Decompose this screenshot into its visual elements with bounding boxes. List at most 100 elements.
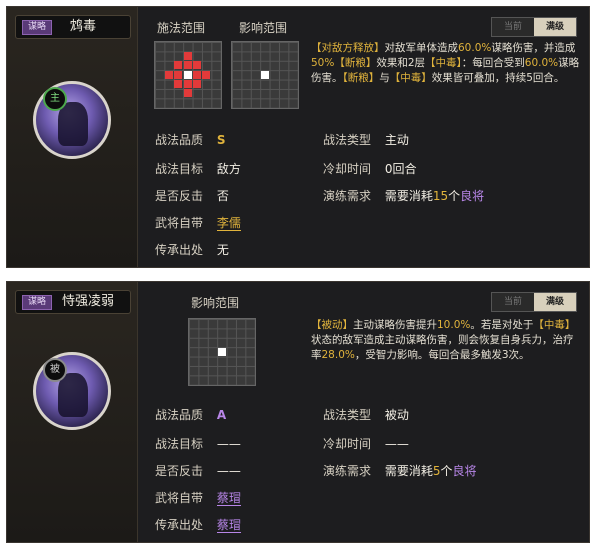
desc-number: 10.0%: [437, 319, 471, 331]
training-unit: 个: [440, 464, 453, 478]
skill-name: 鸩毒: [70, 19, 97, 34]
cast-range-grid: [154, 41, 222, 109]
desc-number: 50%: [311, 57, 335, 69]
active-badge-icon: 主: [43, 87, 67, 111]
range-cell: [202, 71, 210, 79]
desc-text: 对敌军单体造成: [384, 42, 459, 54]
inherit-label: 传承出处: [155, 243, 204, 257]
skill-panel-shiqianglingruo: 谋略 恃强凌弱 被 影响范围 当前 满级 【被动】主动谋略伤害提升10.0%。若…: [6, 281, 590, 543]
skill-type-tag: 谋略: [22, 20, 53, 35]
cooldown-value: ——: [384, 437, 409, 451]
training-unit: 个: [448, 189, 461, 203]
skill-type-tag: 谋略: [22, 295, 53, 310]
owner-row: 武将自带 李儒: [155, 214, 241, 231]
cooldown-row: 冷却时间 0回合: [323, 160, 416, 177]
center-cell: [184, 71, 192, 79]
desc-text: 谋略伤害，并造成: [491, 42, 576, 54]
desc-text: 效果皆可叠加，持续5回合。: [431, 72, 565, 84]
training-label: 演练需求: [323, 464, 372, 478]
effect-range-heading: 影响范围: [191, 296, 240, 310]
desc-text: 。若是对处于: [470, 319, 534, 331]
desc-text: 与: [379, 72, 390, 84]
skill-name: 恃强凌弱: [62, 294, 115, 309]
target-label: 战法目标: [155, 437, 204, 451]
toggle-current-button[interactable]: 当前: [492, 293, 534, 311]
inherit-row: 传承出处 无: [155, 241, 229, 258]
range-cell: [184, 89, 192, 97]
counter-row: 是否反击 否: [155, 187, 229, 204]
skill-sidebar: 谋略 恃强凌弱 被: [7, 282, 138, 542]
effect-range-heading: 影响范围: [239, 21, 288, 35]
training-text: 需要消耗: [384, 464, 433, 478]
counter-value: 否: [216, 189, 229, 203]
center-cell: [218, 348, 226, 356]
desc-keyword: 【断粮】: [342, 72, 380, 84]
skill-name-bar: 谋略 恃强凌弱: [15, 290, 131, 314]
range-cell: [193, 80, 201, 88]
inherit-link[interactable]: 蔡瑁: [216, 518, 241, 533]
range-cell: [193, 61, 201, 69]
level-toggle[interactable]: 当前 满级: [491, 17, 577, 37]
cooldown-row: 冷却时间 ——: [323, 435, 409, 452]
range-cell: [174, 80, 182, 88]
quality-value: A: [216, 408, 227, 422]
desc-number: 60.0%: [458, 42, 492, 54]
skill-panel-zhendu: 谋略 鸩毒 主 施法范围 影响范围 当前 满级 【对敌方释放】对敌军单体造成60…: [6, 6, 590, 268]
counter-label: 是否反击: [155, 189, 204, 203]
desc-keyword: 【对敌方释放】: [311, 42, 385, 54]
training-text: 需要消耗: [384, 189, 433, 203]
target-row: 战法目标 敌方: [155, 160, 241, 177]
general-figure-icon: [58, 373, 88, 417]
range-cell: [184, 61, 192, 69]
desc-number: 60.0%: [524, 57, 559, 69]
desc-text: 效果和2层: [376, 57, 426, 69]
owner-link[interactable]: 李儒: [216, 216, 241, 231]
desc-keyword: 【被动】: [311, 319, 353, 331]
inherit-label: 传承出处: [155, 518, 204, 532]
type-value: 被动: [384, 408, 409, 422]
toggle-max-button[interactable]: 满级: [534, 293, 576, 311]
range-cell: [193, 71, 201, 79]
target-value: ——: [216, 437, 241, 451]
desc-keyword: 【中毒】: [533, 319, 576, 331]
cooldown-label: 冷却时间: [323, 162, 372, 176]
skill-description: 【对敌方释放】对敌军单体造成60.0%谋略伤害，并造成50%【断粮】效果和2层【…: [311, 41, 581, 86]
skill-name-bar: 谋略 鸩毒: [15, 15, 131, 39]
counter-label: 是否反击: [155, 464, 204, 478]
cooldown-value: 0回合: [384, 162, 417, 176]
effect-range-grid: [231, 41, 299, 109]
cast-range-heading: 施法范围: [157, 21, 206, 35]
toggle-max-button[interactable]: 满级: [534, 18, 576, 36]
type-row: 战法类型 被动: [323, 406, 409, 423]
toggle-current-button[interactable]: 当前: [492, 18, 534, 36]
cooldown-label: 冷却时间: [323, 437, 372, 451]
counter-value: ——: [216, 464, 241, 478]
range-cell: [184, 80, 192, 88]
general-figure-icon: [58, 102, 88, 146]
skill-description: 【被动】主动谋略伤害提升10.0%。若是对处于【中毒】状态的敌军造成主动谋略伤害…: [311, 318, 581, 363]
owner-row: 武将自带 蔡瑁: [155, 489, 241, 506]
desc-keyword: 【中毒】: [389, 72, 432, 84]
target-label: 战法目标: [155, 162, 204, 176]
counter-row: 是否反击 ——: [155, 462, 241, 479]
desc-keyword: 【中毒】: [425, 57, 462, 69]
target-row: 战法目标 ——: [155, 435, 241, 452]
quality-row: 战法品质 A: [155, 406, 226, 423]
training-count: 5: [432, 464, 441, 478]
training-rarity: 良将: [452, 464, 477, 478]
type-value: 主动: [384, 133, 409, 147]
owner-label: 武将自带: [155, 216, 204, 230]
inherit-row: 传承出处 蔡瑁: [155, 516, 241, 533]
desc-text: ，受智力影响。每回合最多触发3次。: [354, 349, 530, 361]
owner-label: 武将自带: [155, 491, 204, 505]
target-value: 敌方: [216, 162, 241, 176]
range-cell: [174, 61, 182, 69]
desc-keyword: 【断粮】: [334, 57, 377, 69]
level-toggle[interactable]: 当前 满级: [491, 292, 577, 312]
desc-text: 主动谋略伤害提升: [353, 319, 437, 331]
inherit-value: 无: [216, 243, 229, 257]
range-cell: [174, 71, 182, 79]
training-count: 15: [432, 189, 449, 203]
owner-link[interactable]: 蔡瑁: [216, 491, 241, 506]
range-cell: [165, 71, 173, 79]
